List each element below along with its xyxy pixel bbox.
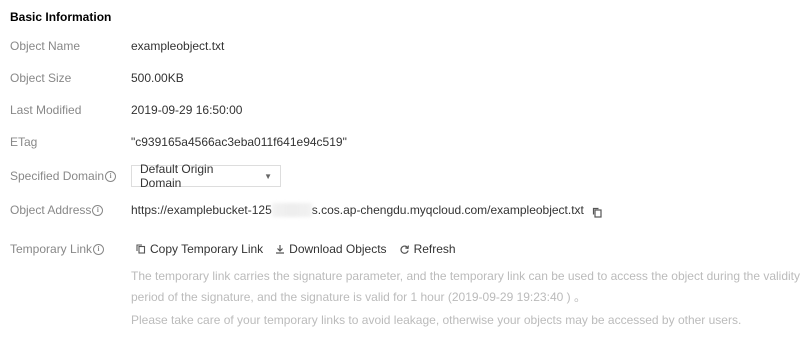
- specified-domain-label-wrap: Specified Domain i: [10, 169, 131, 183]
- object-name-label: Object Name: [10, 39, 81, 53]
- temporary-link-notes: The temporary link carries the signature…: [131, 266, 806, 331]
- copy-icon[interactable]: [592, 207, 603, 218]
- temporary-link-label: Temporary Link: [10, 242, 93, 256]
- object-address-prefix: https://examplebucket-125: [131, 203, 272, 217]
- download-objects-button[interactable]: Download Objects: [275, 242, 387, 256]
- last-modified-label: Last Modified: [10, 103, 82, 117]
- object-size-row: Object Size 500.00KB: [10, 68, 184, 88]
- etag-label: ETag: [10, 135, 38, 149]
- refresh-label: Refresh: [413, 242, 456, 256]
- copy-temporary-link-button[interactable]: Copy Temporary Link: [136, 242, 263, 256]
- specified-domain-label: Specified Domain: [10, 169, 105, 183]
- object-name-row: Object Name exampleobject.txt: [10, 36, 224, 56]
- info-icon[interactable]: i: [93, 243, 105, 255]
- masked-account-id: [271, 203, 312, 217]
- caret-down-icon: ▼: [264, 171, 272, 181]
- object-size-value: 500.00KB: [131, 71, 184, 85]
- object-address-label-wrap: Object Address i: [10, 203, 131, 217]
- etag-row: ETag "c939165a4566ac3eba011f641e94c519": [10, 132, 347, 152]
- object-address-label: Object Address: [10, 203, 92, 217]
- info-icon[interactable]: i: [105, 170, 117, 182]
- refresh-button[interactable]: Refresh: [399, 242, 456, 256]
- temporary-link-label-wrap: Temporary Link i: [10, 242, 131, 256]
- temporary-link-actions: Copy Temporary Link Download Objects Ref…: [131, 242, 468, 256]
- copy-icon: [136, 244, 146, 254]
- object-address-row: Object Address i https://examplebucket-1…: [10, 200, 603, 220]
- download-icon: [276, 245, 285, 254]
- object-name-value: exampleobject.txt: [131, 39, 225, 53]
- last-modified-row: Last Modified 2019-09-29 16:50:00: [10, 100, 242, 120]
- object-size-label: Object Size: [10, 71, 72, 85]
- specified-domain-row: Specified Domain i Default Origin Domain…: [10, 162, 281, 190]
- etag-value: "c939165a4566ac3eba011f641e94c519": [131, 135, 347, 149]
- info-icon[interactable]: i: [92, 204, 104, 216]
- object-address-suffix: s.cos.ap-chengdu.myqcloud.com/exampleobj…: [311, 203, 584, 217]
- copy-temporary-link-label: Copy Temporary Link: [150, 242, 264, 256]
- object-address-value: https://examplebucket-125 s.cos.ap-cheng…: [131, 203, 603, 218]
- leakage-warning: Please take care of your temporary links…: [131, 313, 742, 327]
- download-objects-label: Download Objects: [289, 242, 387, 256]
- domain-select[interactable]: Default Origin Domain ▼: [131, 162, 281, 190]
- basic-info-title: Basic Information: [10, 10, 112, 24]
- validity-note: The temporary link carries the signature…: [131, 269, 801, 304]
- domain-select-value: Default Origin Domain: [140, 162, 214, 190]
- refresh-icon: [399, 245, 409, 254]
- last-modified-value: 2019-09-29 16:50:00: [131, 103, 243, 117]
- temporary-link-row: Temporary Link i Copy Temporary Link Dow…: [10, 239, 468, 259]
